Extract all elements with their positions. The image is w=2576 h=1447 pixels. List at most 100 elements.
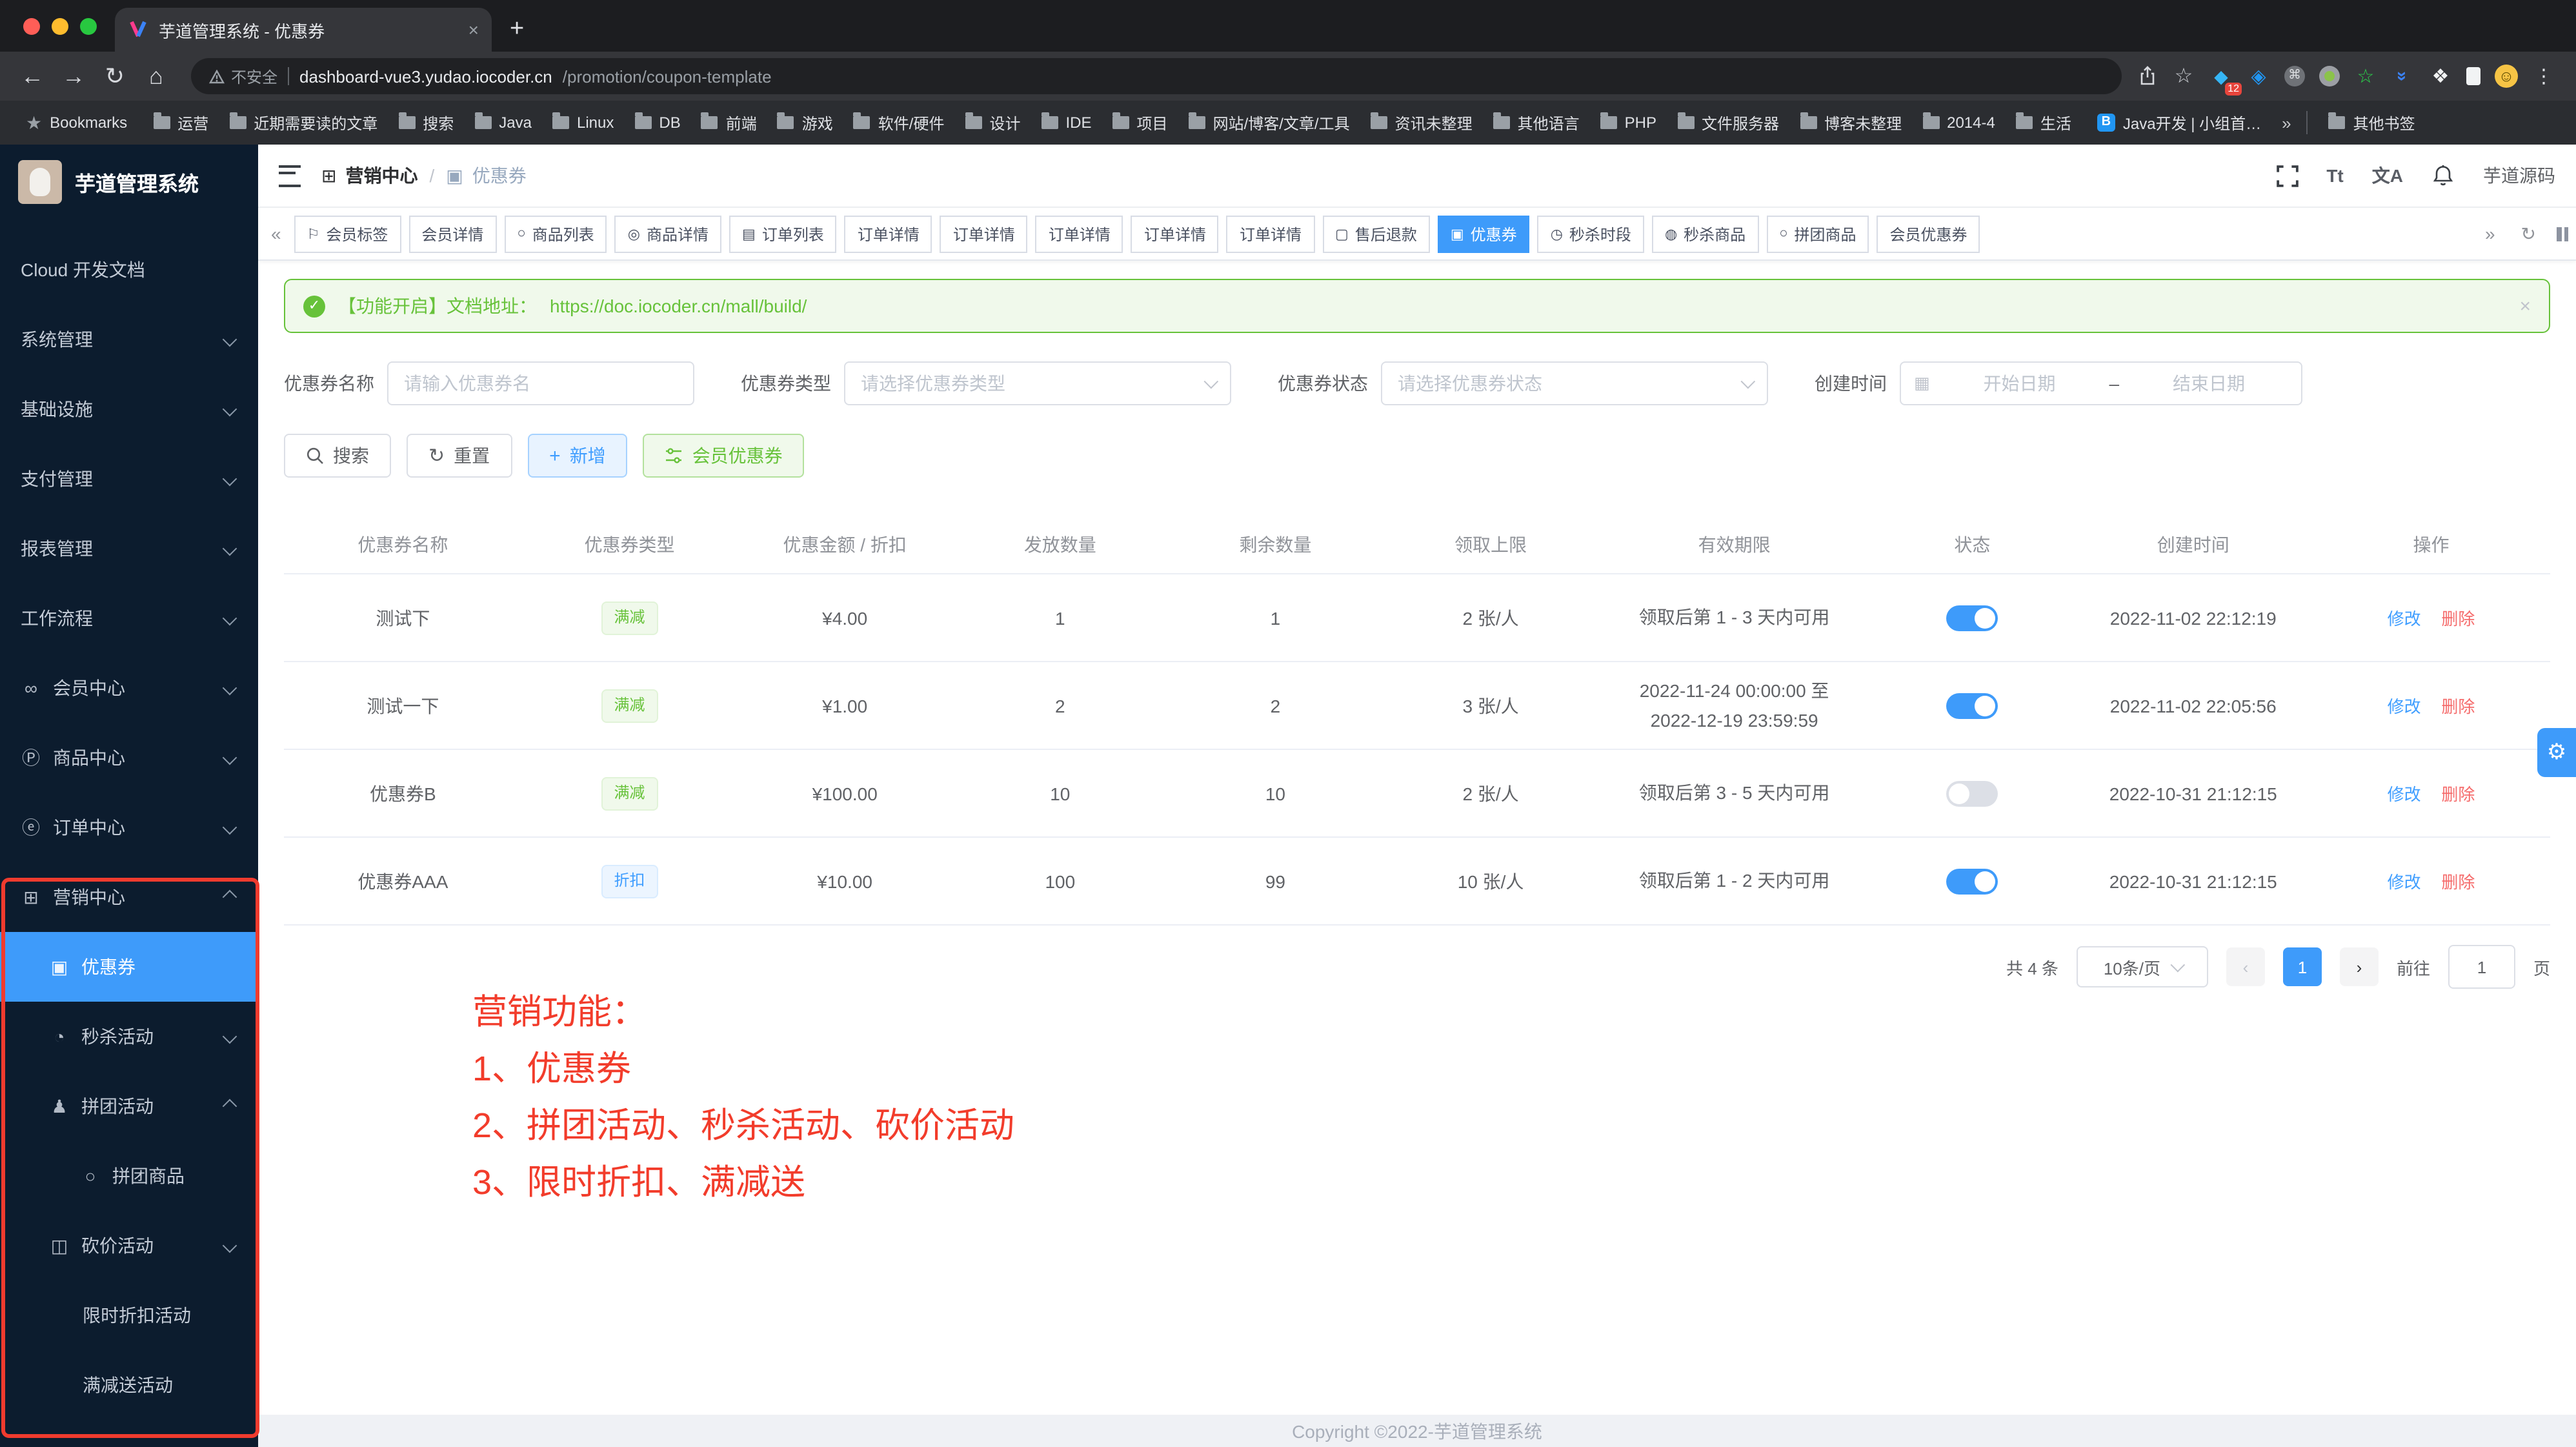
forward-icon[interactable]: → xyxy=(54,63,93,90)
home-icon[interactable]: ⌂ xyxy=(137,63,176,90)
sidebar-item[interactable]: 报表管理 xyxy=(0,514,258,583)
sidebar-item[interactable]: 支付管理 xyxy=(0,444,258,514)
delete-link[interactable]: 删除 xyxy=(2441,609,2475,629)
sidebar-item[interactable]: Ⓟ 商品中心 xyxy=(0,723,258,793)
bookmark-folder[interactable]: 项目 xyxy=(1102,112,1178,134)
bookmark-folder[interactable]: 生活 xyxy=(2006,112,2082,134)
page-tab[interactable]: ▣ 优惠券 xyxy=(1438,215,1530,252)
alert-close-icon[interactable]: × xyxy=(2519,295,2531,317)
edit-link[interactable]: 修改 xyxy=(2388,697,2421,716)
page-size-select[interactable]: 10条/页 xyxy=(2077,946,2208,987)
edit-link[interactable]: 修改 xyxy=(2388,785,2421,804)
tabs-refresh-icon[interactable]: ↻ xyxy=(2516,223,2541,245)
page-tab[interactable]: ▢ 售后退款 xyxy=(1322,215,1430,252)
page-tab[interactable]: 订单详情 xyxy=(1036,215,1123,252)
page-tab[interactable]: ◍ 秒杀商品 xyxy=(1652,215,1758,252)
bookmark-folder[interactable]: 游戏 xyxy=(767,112,843,134)
page-tab[interactable]: 订单详情 xyxy=(1227,215,1314,252)
coupon-type-select[interactable]: 请选择优惠券类型 xyxy=(844,361,1231,405)
bookmark-folder[interactable]: 网站/博客/文章/工具 xyxy=(1178,112,1360,134)
delete-link[interactable]: 删除 xyxy=(2441,785,2475,804)
settings-gear-button[interactable]: ⚙ xyxy=(2537,728,2576,777)
bookmark-folder[interactable]: IDE xyxy=(1031,112,1102,134)
page-tab[interactable]: 会员详情 xyxy=(408,215,496,252)
end-date-placeholder[interactable]: 结束日期 xyxy=(2129,370,2288,396)
address-bar[interactable]: 不安全 dashboard-vue3.yudao.iocoder.cn/prom… xyxy=(191,58,2122,94)
bookmark-folder[interactable]: 资讯未整理 xyxy=(1360,112,1483,134)
bookmark-folder[interactable]: DB xyxy=(624,112,690,134)
sidebar-item[interactable]: ◔ 秒杀活动 xyxy=(0,1002,258,1071)
add-button[interactable]: + 新增 xyxy=(527,434,628,478)
tabs-scroll-right-icon[interactable]: » xyxy=(2480,223,2501,244)
member-coupon-button[interactable]: 会员优惠券 xyxy=(643,434,805,478)
bookmark-folder[interactable]: 博客未整理 xyxy=(1789,112,1912,134)
app-logo[interactable]: 芋道管理系统 xyxy=(0,145,258,219)
zoom-window-button[interactable] xyxy=(80,17,97,34)
date-range-picker[interactable]: ▦ 开始日期 – 结束日期 xyxy=(1900,361,2302,405)
sidebar-item[interactable]: ▣ 优惠券 xyxy=(0,932,258,1002)
username[interactable]: 芋道源码 xyxy=(2483,163,2555,188)
bookmark-folder[interactable]: 前端 xyxy=(691,112,767,134)
sidebar-item[interactable]: 满减送活动 xyxy=(0,1350,258,1420)
page-tab[interactable]: 订单详情 xyxy=(940,215,1028,252)
sidebar-item[interactable]: ♟ 拼团活动 xyxy=(0,1071,258,1141)
page-tab[interactable]: ⚐ 会员标签 xyxy=(294,215,401,252)
status-toggle[interactable] xyxy=(1946,605,1998,631)
extension-recorder-icon[interactable] xyxy=(2319,66,2340,86)
page-tab[interactable]: ▤ 订单列表 xyxy=(729,215,837,252)
bookmark-folder[interactable]: 设计 xyxy=(954,112,1031,134)
tabs-scroll-left-icon[interactable]: « xyxy=(266,223,287,244)
extension-command-icon[interactable]: ⌘ xyxy=(2284,66,2305,86)
bookmark-site[interactable]: B Java开发 | 小组首… xyxy=(2087,112,2271,134)
bookmark-folder[interactable]: 运营 xyxy=(143,112,219,134)
tab-close-icon[interactable]: × xyxy=(468,19,479,40)
next-page-button[interactable]: › xyxy=(2340,947,2379,986)
delete-link[interactable]: 删除 xyxy=(2441,697,2475,716)
page-number-current[interactable]: 1 xyxy=(2283,947,2322,986)
bookmark-folder[interactable]: 搜索 xyxy=(388,112,464,134)
extensions-puzzle-icon[interactable]: ❖ xyxy=(2429,65,2452,88)
alert-doc-link[interactable]: https://doc.iocoder.cn/mall/build/ xyxy=(550,296,807,316)
page-tab[interactable]: ◎ 商品详情 xyxy=(615,215,721,252)
hamburger-icon[interactable] xyxy=(279,165,301,187)
sidebar-item[interactable]: ⊞ 营销中心 xyxy=(0,862,258,932)
minimize-window-button[interactable] xyxy=(52,17,68,34)
search-button[interactable]: 搜索 xyxy=(284,434,391,478)
back-icon[interactable]: ← xyxy=(13,63,52,90)
edit-link[interactable]: 修改 xyxy=(2388,609,2421,629)
prev-page-button[interactable]: ‹ xyxy=(2226,947,2265,986)
browser-menu-icon[interactable]: ⋮ xyxy=(2532,65,2555,88)
browser-tab[interactable]: 芋道管理系统 - 优惠券 × xyxy=(115,8,492,52)
sidebar-item[interactable]: ∞ 会员中心 xyxy=(0,653,258,723)
sidebar-item[interactable]: 系统管理 xyxy=(0,305,258,374)
status-toggle[interactable] xyxy=(1946,868,1998,894)
edit-link[interactable]: 修改 xyxy=(2388,873,2421,892)
language-icon[interactable]: 文A xyxy=(2372,163,2403,188)
page-tab[interactable]: ○ 商品列表 xyxy=(504,215,607,252)
sidebar-item[interactable]: 基础设施 xyxy=(0,374,258,444)
page-tab[interactable]: ○ 拼团商品 xyxy=(1766,215,1869,252)
extension-chevrons-icon[interactable]: » xyxy=(2393,65,2413,88)
breadcrumb-first[interactable]: 营销中心 xyxy=(345,163,418,188)
page-tab[interactable]: 会员优惠券 xyxy=(1877,215,1980,252)
bookmark-folder[interactable]: Java xyxy=(464,112,542,134)
extension-diamond-icon[interactable]: ◆12 xyxy=(2209,65,2233,87)
extension-reader-icon[interactable] xyxy=(2466,67,2480,85)
browser-profile-avatar[interactable]: ☺ xyxy=(2495,65,2518,88)
bookmark-folder[interactable]: 近期需要读的文章 xyxy=(219,112,388,134)
sidebar-item[interactable]: ○ 拼团商品 xyxy=(0,1141,258,1211)
coupon-status-select[interactable]: 请选择优惠券状态 xyxy=(1381,361,1768,405)
status-toggle[interactable] xyxy=(1946,780,1998,806)
sidebar-item[interactable]: 限时折扣活动 xyxy=(0,1280,258,1350)
sidebar-item[interactable]: Cloud 开发文档 xyxy=(0,235,258,305)
bookmark-folder[interactable]: 文件服务器 xyxy=(1667,112,1789,134)
bookmark-star-icon[interactable]: ☆ xyxy=(2172,63,2195,89)
share-icon[interactable] xyxy=(2137,66,2158,86)
bookmarks-root[interactable]: ★ Bookmarks xyxy=(15,112,137,134)
page-tab[interactable]: 订单详情 xyxy=(1131,215,1219,252)
sidebar-item[interactable]: ⓔ 订单中心 xyxy=(0,793,258,862)
extension-green-star-icon[interactable]: ☆ xyxy=(2354,65,2377,88)
new-tab-button[interactable]: + xyxy=(510,15,524,44)
font-size-icon[interactable]: Tt xyxy=(2326,165,2343,186)
notification-bell-icon[interactable] xyxy=(2431,164,2455,187)
